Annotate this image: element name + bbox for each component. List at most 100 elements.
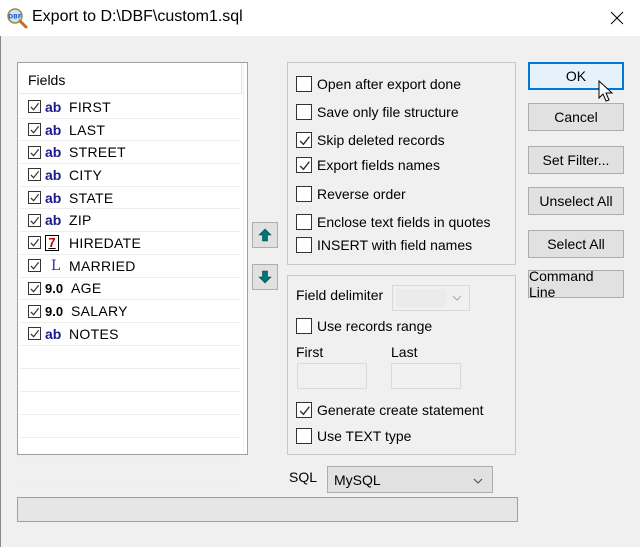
svg-text:DBF: DBF [8, 14, 22, 21]
field-row[interactable]: ab FIRST [19, 96, 241, 119]
field-row[interactable]: 9.0 SALARY [19, 300, 241, 323]
checkbox-box [296, 104, 312, 120]
field-name: SALARY [71, 303, 128, 320]
use-records-range-label: Use records range [317, 318, 433, 334]
field-name: HIREDATE [69, 234, 142, 251]
empty-row [19, 438, 241, 461]
text-type-icon: ab [45, 122, 69, 138]
fields-header-label: Fields [28, 72, 66, 88]
field-delimiter-select[interactable] [392, 285, 470, 311]
empty-row [19, 461, 241, 484]
checkbox-box [296, 186, 312, 202]
field-rows: ab FIRST ab LAST ab STREET ab CITY ab STATE ab ZIP 7… [19, 96, 241, 484]
numeric-type-label: 9.0 [45, 280, 64, 296]
field-row[interactable]: ab NOTES [19, 323, 241, 346]
text-type-label: ab [45, 212, 62, 229]
logical-type-label: L [51, 257, 61, 274]
checkbox-box [296, 402, 312, 418]
field-checkbox[interactable] [28, 281, 41, 295]
use-text-type-label: Use TEXT type [317, 428, 412, 444]
empty-row [19, 392, 241, 415]
field-checkbox[interactable] [28, 213, 41, 227]
title-bar: DBF Export to D:\DBF\custom1.sql [0, 0, 640, 37]
export-progress-bar [17, 497, 518, 522]
numeric-type-label: 9.0 [45, 303, 64, 319]
text-type-icon: ab [45, 167, 69, 183]
chevron-down-icon [452, 295, 462, 301]
use-text-type-checkbox[interactable]: Use TEXT type [296, 428, 411, 444]
field-row[interactable]: ab STATE [19, 187, 241, 210]
field-name: CITY [69, 166, 103, 183]
export-options-group: Open after export done Save only file str… [287, 62, 516, 265]
format-options-group: Field delimiter Use records range First … [287, 275, 516, 455]
arrow-up-icon [258, 228, 272, 242]
field-checkbox[interactable] [28, 236, 41, 250]
numeric-type-icon: 9.0 [45, 281, 71, 296]
field-checkbox[interactable] [28, 145, 41, 159]
option-checkbox-save-only-file-structure[interactable]: Save only file structure [296, 104, 459, 120]
last-label: Last [391, 344, 418, 360]
text-type-label: ab [45, 325, 62, 342]
field-checkbox[interactable] [28, 259, 41, 273]
checkbox-box [296, 214, 312, 230]
option-checkbox-skip-deleted-records[interactable]: Skip deleted records [296, 132, 445, 148]
move-up-button[interactable] [252, 222, 278, 248]
command-line-button[interactable]: Command Line [528, 268, 624, 300]
mouse-cursor-icon [598, 80, 614, 102]
option-checkbox-reverse-order[interactable]: Reverse order [296, 186, 406, 202]
sql-dialect-value: MySQL [334, 472, 381, 488]
text-type-icon: ab [45, 190, 69, 206]
field-checkbox[interactable] [28, 100, 41, 114]
field-checkbox[interactable] [28, 191, 41, 205]
sql-dialect-select[interactable]: MySQL [327, 466, 493, 493]
option-checkbox-export-fields-names[interactable]: Export fields names [296, 157, 440, 173]
chevron-down-icon [473, 478, 483, 484]
arrow-down-icon [258, 270, 272, 284]
text-type-label: ab [45, 121, 62, 138]
first-record-input[interactable] [297, 363, 367, 389]
field-checkbox[interactable] [28, 168, 41, 182]
field-checkbox[interactable] [28, 304, 41, 318]
option-label: INSERT with field names [317, 237, 473, 253]
field-checkbox[interactable] [28, 123, 41, 137]
checkbox-box [296, 428, 312, 444]
field-row[interactable]: 7 HIREDATE [19, 232, 241, 255]
option-label: Open after export done [317, 76, 461, 92]
field-checkbox[interactable] [28, 327, 41, 341]
field-name: ZIP [69, 212, 92, 229]
cancel-button[interactable]: Cancel [528, 103, 624, 131]
option-label: Export fields names [317, 157, 440, 173]
generate-create-statement-checkbox[interactable]: Generate create statement [296, 402, 484, 418]
unselect-all-button[interactable]: Unselect All [528, 187, 624, 215]
field-row[interactable]: ab CITY [19, 164, 241, 187]
option-checkbox-enclose-text-fields-in-quotes[interactable]: Enclose text fields in quotes [296, 214, 491, 230]
close-icon [610, 11, 624, 25]
option-checkbox-insert-with-field-names[interactable]: INSERT with field names [296, 237, 472, 253]
fields-header[interactable]: Fields [19, 63, 242, 94]
option-label: Save only file structure [317, 104, 459, 120]
empty-row [19, 346, 241, 369]
text-type-icon: ab [45, 99, 69, 115]
field-row[interactable]: ab ZIP [19, 209, 241, 233]
checkbox-box [296, 318, 312, 334]
option-checkbox-open-after-export-done[interactable]: Open after export done [296, 76, 461, 92]
field-name: FIRST [69, 98, 111, 115]
field-row[interactable]: L MARRIED [19, 255, 241, 278]
field-delimiter-label: Field delimiter [296, 287, 384, 303]
move-down-button[interactable] [252, 264, 278, 290]
logical-type-icon: L [45, 258, 69, 274]
text-type-icon: ab [45, 212, 69, 228]
select-all-button[interactable]: Select All [528, 230, 624, 258]
field-row[interactable]: ab LAST [19, 119, 241, 142]
field-row[interactable]: ab STREET [19, 141, 241, 165]
field-name: STATE [69, 189, 114, 206]
fields-list[interactable]: Fields ab FIRST ab LAST ab STREET ab CITY ab STAT… [17, 62, 248, 484]
dbf-magnifier-icon: DBF [6, 7, 28, 29]
last-record-input[interactable] [391, 363, 461, 389]
set-filter-button[interactable]: Set Filter... [528, 146, 624, 174]
field-row[interactable]: 9.0 AGE [19, 278, 241, 301]
use-records-range-checkbox[interactable]: Use records range [296, 318, 432, 334]
field-name: NOTES [69, 325, 119, 342]
generate-create-statement-label: Generate create statement [317, 402, 484, 418]
close-button[interactable] [594, 0, 640, 36]
